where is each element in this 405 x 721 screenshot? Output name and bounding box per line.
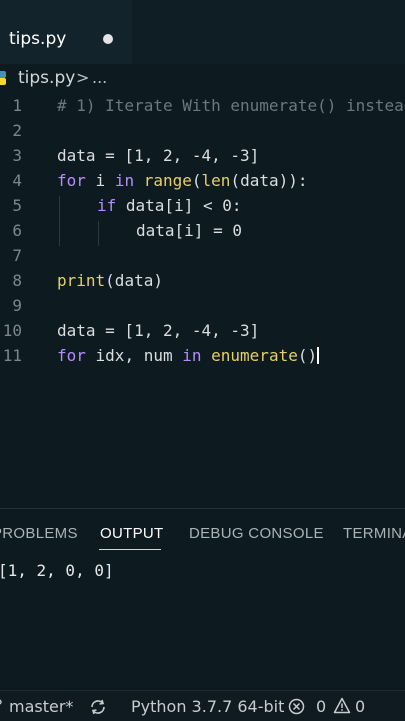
indent-guide xyxy=(98,221,99,246)
tab-output[interactable]: OUTPUT xyxy=(100,525,163,542)
tab-debug-console[interactable]: DEBUG CONSOLE xyxy=(189,525,324,542)
text-cursor xyxy=(317,347,320,364)
tab-problems[interactable]: PROBLEMS xyxy=(0,525,78,542)
unsaved-dot-icon[interactable] xyxy=(103,34,113,44)
line-number: 11 xyxy=(2,346,22,365)
output-text: [1, 2, 0, 0] xyxy=(0,561,114,580)
code-line-6[interactable]: data[i] = 0 xyxy=(136,221,242,240)
warning-icon[interactable] xyxy=(333,697,351,714)
function-token: len xyxy=(201,171,231,190)
function-token: range xyxy=(143,171,192,190)
code-line-4[interactable]: for i in range(len(data)): xyxy=(57,171,308,190)
code-token: ( xyxy=(191,171,202,190)
line-number: 7 xyxy=(12,246,22,265)
function-token: print xyxy=(57,271,106,290)
git-branch[interactable]: master* xyxy=(9,697,73,716)
breadcrumb-file[interactable]: tips.py xyxy=(18,68,75,88)
keyword-token: for xyxy=(57,171,86,190)
code-line-11[interactable]: for idx, num in enumerate() xyxy=(57,346,320,365)
code-token: () xyxy=(297,346,318,365)
line-number: 2 xyxy=(12,121,22,140)
code-line-3[interactable]: data = [1, 2, -4, -3] xyxy=(57,146,259,165)
code-token: i xyxy=(85,171,115,190)
line-number: 8 xyxy=(12,271,22,290)
code-token: (data) xyxy=(105,271,163,290)
code-token: data[i] < 0: xyxy=(116,196,242,215)
line-number: 10 xyxy=(2,321,22,340)
code-token: idx, num xyxy=(85,346,183,365)
python-file-icon xyxy=(0,71,6,85)
line-number: 4 xyxy=(12,171,22,190)
keyword-token: for xyxy=(57,346,86,365)
tab-terminal[interactable]: TERMINAL xyxy=(343,525,405,542)
tab-tips-py[interactable]: tips.py xyxy=(0,0,132,64)
sync-icon[interactable] xyxy=(89,698,107,716)
keyword-token: if xyxy=(97,196,117,215)
line-number: 6 xyxy=(12,221,22,240)
line-number: 3 xyxy=(12,146,22,165)
line-number: 1 xyxy=(12,96,22,115)
code-line-10[interactable]: data = [1, 2, -4, -3] xyxy=(57,321,259,340)
error-count[interactable]: 0 xyxy=(316,697,326,716)
keyword-token: in xyxy=(182,346,202,365)
warning-count[interactable]: 0 xyxy=(355,697,365,716)
code-line-8[interactable]: print(data) xyxy=(57,271,163,290)
line-number: 9 xyxy=(12,296,22,315)
code-token: (data)): xyxy=(230,171,308,190)
tab-label: tips.py xyxy=(9,29,67,49)
breadcrumb-more[interactable]: ... xyxy=(92,68,107,87)
line-number: 5 xyxy=(12,196,22,215)
keyword-token: in xyxy=(114,171,135,190)
code-line-1[interactable]: # 1) Iterate With enumerate() instead xyxy=(57,96,405,115)
breadcrumb-separator: > xyxy=(76,68,90,87)
active-tab-indicator xyxy=(99,549,161,550)
python-interpreter[interactable]: Python 3.7.7 64-bit xyxy=(131,697,284,716)
git-branch-icon xyxy=(0,699,2,705)
function-token: enumerate xyxy=(211,346,298,365)
code-line-5[interactable]: if data[i] < 0: xyxy=(97,196,242,215)
indent-guide xyxy=(59,196,60,246)
error-icon[interactable] xyxy=(288,698,305,715)
